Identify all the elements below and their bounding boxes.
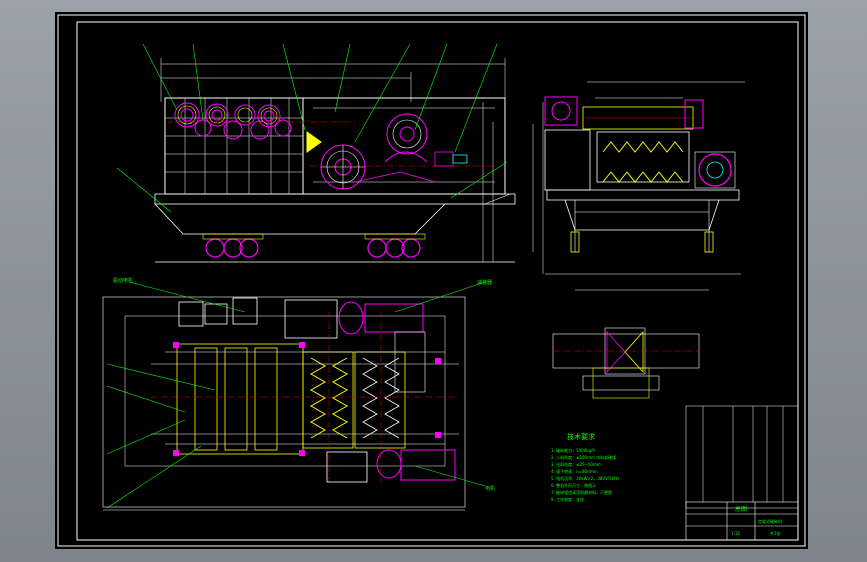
text-layer: 技术要求 1. 破碎能力：5000kg/h 2. 入料粒度：≤100mm 块料或… — [113, 277, 782, 536]
cad-viewport[interactable]: 技术要求 1. 破碎能力：5000kg/h 2. 入料粒度：≤100mm 块料或… — [0, 0, 867, 562]
note-line: 6. 整机外形尺寸：按图示 — [551, 482, 596, 488]
drawing-canvas[interactable]: 技术要求 1. 破碎能力：5000kg/h 2. 入料粒度：≤100mm 块料或… — [55, 12, 808, 549]
note-line: 8. 工作制度：连续 — [551, 496, 584, 502]
note-line: 2. 入料粒度：≤100mm 块料或硬煤 — [551, 454, 616, 460]
callout-drive-motor: 驱动电机 — [113, 277, 133, 284]
note-line: 7. 破碎辊齿采用耐磨材料，可更换 — [551, 489, 612, 495]
note-line: 4. 辊子转速：n=80r/min — [551, 468, 598, 474]
callout-reducer: 减速器 — [477, 279, 492, 286]
note-line: 5. 电机功率：30kW×2，380V/50Hz — [551, 475, 619, 481]
notes-heading: 技术要求 — [567, 432, 595, 441]
title-drawing-name: 齿辊式破碎机 — [758, 518, 782, 524]
note-line: 3. 出料粒度：≤25~50mm — [551, 461, 601, 467]
note-line: 1. 破碎能力：5000kg/h — [551, 447, 595, 453]
title-scale: 1:10 — [731, 531, 740, 536]
title-main: 总图 — [735, 505, 747, 513]
callout-motor: 电机 — [485, 485, 495, 492]
title-sheet: 共1张 — [770, 530, 781, 536]
technical-notes: 技术要求 1. 破碎能力：5000kg/h 2. 入料粒度：≤100mm 块料或… — [551, 432, 619, 502]
